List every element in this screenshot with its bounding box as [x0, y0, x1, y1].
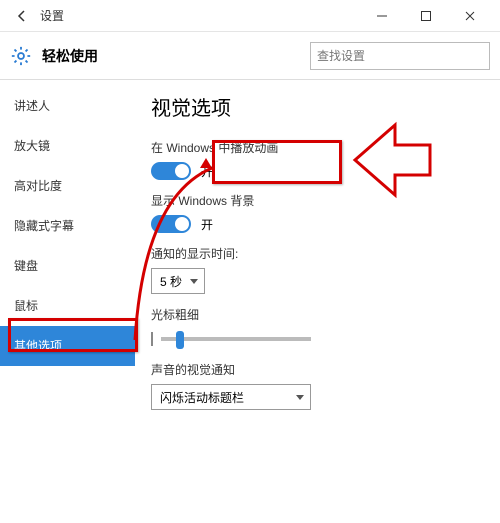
maximize-icon: [420, 10, 432, 22]
content-heading: 视觉选项: [151, 92, 484, 121]
cursor-thickness-label: 光标粗细: [151, 306, 484, 323]
toggle-state: 开: [201, 163, 213, 180]
combo-value: 闪烁活动标题栏: [160, 389, 244, 406]
notification-duration-label: 通知的显示时间:: [151, 245, 484, 262]
main: 讲述人 放大镜 高对比度 隐藏式字幕 键盘 鼠标 其他选项 视觉选项 在 Win…: [0, 80, 500, 523]
cursor-thickness-row: [151, 329, 484, 349]
notification-duration-combo[interactable]: 5 秒: [151, 268, 205, 294]
sidebar-item-label: 鼠标: [14, 299, 38, 313]
sidebar-item-label: 高对比度: [14, 179, 62, 193]
slider-thumb[interactable]: [176, 331, 184, 349]
sidebar-item-magnifier[interactable]: 放大镜: [0, 126, 135, 166]
arrow-left-icon: [15, 9, 29, 23]
minimize-button[interactable]: [360, 2, 404, 30]
show-background-toggle[interactable]: [151, 215, 191, 233]
sidebar: 讲述人 放大镜 高对比度 隐藏式字幕 键盘 鼠标 其他选项: [0, 80, 135, 523]
sidebar-item-keyboard[interactable]: 键盘: [0, 246, 135, 286]
sidebar-item-label: 键盘: [14, 259, 38, 273]
window-title: 设置: [40, 7, 360, 24]
header: 轻松使用: [0, 32, 500, 80]
sidebar-item-label: 放大镜: [14, 139, 50, 153]
sidebar-item-label: 隐藏式字幕: [14, 219, 74, 233]
page-title: 轻松使用: [42, 46, 310, 66]
maximize-button[interactable]: [404, 2, 448, 30]
toggle-state: 开: [201, 216, 213, 233]
back-button[interactable]: [8, 2, 36, 30]
search-input[interactable]: [310, 42, 490, 70]
play-animations-label: 在 Windows 中播放动画: [151, 139, 484, 156]
visual-notify-label: 声音的视觉通知: [151, 361, 484, 378]
sidebar-item-label: 其他选项: [14, 339, 62, 353]
content: 视觉选项 在 Windows 中播放动画 开 显示 Windows 背景 开 通…: [135, 80, 500, 523]
minimize-icon: [376, 10, 388, 22]
sidebar-item-mouse[interactable]: 鼠标: [0, 286, 135, 326]
visual-notify-combo[interactable]: 闪烁活动标题栏: [151, 384, 311, 410]
show-background-label: 显示 Windows 背景: [151, 192, 484, 209]
play-animations-toggle[interactable]: [151, 162, 191, 180]
cursor-preview-icon: [151, 332, 153, 346]
sidebar-item-label: 讲述人: [14, 99, 50, 113]
gear-icon: [10, 45, 32, 67]
sidebar-item-closed-captions[interactable]: 隐藏式字幕: [0, 206, 135, 246]
titlebar: 设置: [0, 0, 500, 32]
close-button[interactable]: [448, 2, 492, 30]
cursor-thickness-slider[interactable]: [161, 337, 311, 341]
sidebar-item-high-contrast[interactable]: 高对比度: [0, 166, 135, 206]
close-icon: [464, 10, 476, 22]
combo-value: 5 秒: [160, 273, 182, 290]
sidebar-item-other-options[interactable]: 其他选项: [0, 326, 135, 366]
sidebar-item-narrator[interactable]: 讲述人: [0, 86, 135, 126]
